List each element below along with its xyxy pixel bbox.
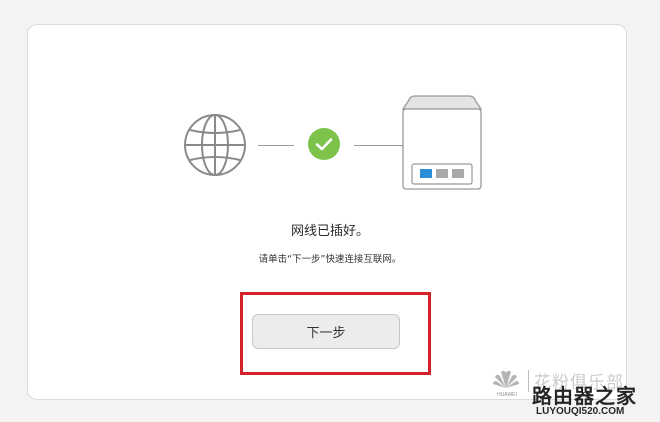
watermark-brand: HUAWEI [497,392,517,398]
watermark-divider [528,370,529,392]
check-circle-icon [308,128,340,160]
router-icon [401,95,483,190]
next-step-button[interactable]: 下一步 [252,314,400,349]
huawei-logo-icon [493,370,519,388]
watermark-site-name: 路由器之家 [532,384,637,408]
connection-line-left [258,145,294,146]
globe-icon [184,114,246,176]
router-port [436,169,448,178]
status-title: 网线已插好。 [290,224,369,239]
watermark-site-url: LUYOUQI520.COM [536,406,625,417]
router-port [452,169,464,178]
status-hint: 请单击“下一步”快速连接互联网。 [258,254,402,265]
watermark: HUAWEI 花粉俱乐部 路由器之家 LUYOUQI520.COM [490,366,656,418]
router-port-active [420,169,432,178]
